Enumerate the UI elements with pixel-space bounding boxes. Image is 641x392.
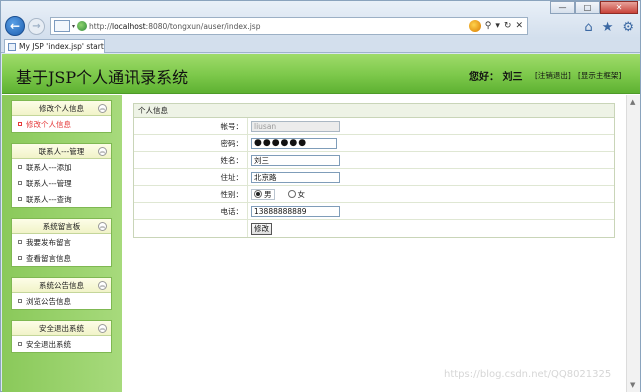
bullet-icon (18, 181, 22, 185)
minimize-button[interactable]: — (550, 1, 575, 14)
phone-label: 电话： (220, 206, 244, 216)
modify-button[interactable]: 修改 (251, 222, 272, 235)
browser-toolbar-icons: ⌂ ★ ⚙ (584, 20, 634, 35)
form-row-account: 帐号： liusan (134, 118, 614, 135)
address-label: 住址： (220, 172, 244, 182)
gender-female-option[interactable]: 女 (285, 189, 309, 200)
collapse-icon[interactable]: ︽ (98, 104, 107, 113)
profile-form: 个人信息 帐号： liusan 密码： ●●●●●● 姓名： 刘三 住址： 北京… (133, 103, 615, 238)
profile-form-area: 个人信息 帐号： liusan 密码： ●●●●●● 姓名： 刘三 住址： 北京… (133, 103, 615, 238)
panel-header[interactable]: 安全退出系统 ︽ (12, 321, 111, 336)
address-dropdown-icon[interactable]: ▾ (72, 23, 75, 30)
bullet-icon (18, 342, 22, 346)
browser-window: ← → ▾ http://localhost:8080/tongxun/ause… (0, 0, 641, 392)
sidebar-panel-profile: 修改个人信息 ︽ 修改个人信息 (11, 100, 112, 133)
maximize-button[interactable]: □ (575, 1, 600, 14)
address-field[interactable]: 北京路 (251, 171, 340, 183)
sidebar-item-safe-logout[interactable]: 安全退出系统 (12, 336, 111, 352)
home-icon[interactable]: ⌂ (584, 20, 592, 35)
collapse-icon[interactable]: ︽ (98, 147, 107, 156)
password-label: 密码： (220, 138, 244, 148)
compatibility-view-icon[interactable] (468, 20, 481, 32)
forward-button[interactable]: → (28, 18, 45, 35)
bullet-icon (18, 165, 22, 169)
panel-header[interactable]: 修改个人信息 ︽ (12, 101, 111, 116)
form-heading: 个人信息 (134, 104, 614, 118)
password-field[interactable]: ●●●●●● (251, 137, 337, 149)
sidebar-item-edit-profile[interactable]: 修改个人信息 (12, 116, 111, 132)
scroll-up-icon[interactable]: ▲ (630, 98, 635, 106)
bullet-icon (18, 197, 22, 201)
collapse-icon[interactable]: ︽ (98, 324, 107, 333)
tab-favicon-icon (8, 42, 16, 51)
search-dropdown-icon[interactable]: ▾ (495, 21, 500, 31)
radio-female[interactable] (287, 190, 296, 198)
sidebar-panel-announcements: 系统公告信息 ︽ 浏览公告信息 (11, 277, 112, 310)
gender-label: 性别： (220, 189, 244, 199)
collapse-icon[interactable]: ︽ (98, 222, 107, 231)
page-icon (77, 21, 88, 31)
bullet-icon (18, 299, 22, 303)
user-greeting: 您好： 刘三 (469, 72, 523, 83)
form-row-name: 姓名： 刘三 (134, 152, 614, 169)
stop-icon[interactable]: ✕ (515, 21, 523, 31)
favorites-star-icon[interactable]: ★ (602, 20, 614, 35)
logout-link[interactable]: [注销退出] (535, 70, 571, 81)
vertical-scrollbar[interactable]: ▲ ▼ (626, 95, 640, 392)
back-arrow-icon: ← (9, 19, 21, 33)
account-label: 帐号： (220, 121, 244, 131)
account-field: liusan (251, 120, 340, 132)
panel-header[interactable]: 系统公告信息 ︽ (12, 278, 111, 293)
tab-title: My JSP 'index.jsp' startl... (19, 42, 105, 51)
sidebar-item-view-messages[interactable]: 查看留言信息 (12, 250, 111, 266)
name-label: 姓名： (220, 155, 244, 165)
sidebar-item-browse-announcements[interactable]: 浏览公告信息 (12, 293, 111, 309)
collapse-icon[interactable]: ︽ (98, 281, 107, 290)
address-bar[interactable]: ▾ http://localhost:8080/tongxun/auser/in… (50, 17, 528, 35)
bullet-icon (18, 240, 22, 244)
settings-gear-icon[interactable]: ⚙ (622, 20, 634, 35)
panel-header[interactable]: 联系人---管理 ︽ (12, 144, 111, 159)
sidebar-item-manage-contacts[interactable]: 联系人---管理 (12, 175, 111, 191)
search-icon[interactable]: ⚲ (485, 21, 492, 31)
page-banner: 基于JSP个人通讯录系统 您好： 刘三 [注销退出] [显示主框架] (2, 54, 640, 94)
name-field[interactable]: 刘三 (251, 154, 340, 166)
sidebar-panel-messages: 系统留言板 ︽ 我要发布留言 查看留言信息 (11, 218, 112, 267)
sidebar-item-search-contacts[interactable]: 联系人---查询 (12, 191, 111, 207)
phone-field[interactable]: 13888888889 (251, 205, 340, 217)
form-row-submit: 修改 (134, 220, 614, 237)
sidebar-panel-contacts: 联系人---管理 ︽ 联系人---添加 联系人---管理 联系人---查询 (11, 143, 112, 208)
bullet-icon (18, 122, 22, 126)
form-row-phone: 电话： 13888888889 (134, 203, 614, 220)
sidebar-item-post-message[interactable]: 我要发布留言 (12, 234, 111, 250)
show-main-frame-link[interactable]: [显示主框架] (578, 70, 621, 81)
gender-male-option[interactable]: 男 (251, 188, 275, 200)
sidebar-item-add-contact[interactable]: 联系人---添加 (12, 159, 111, 175)
bullet-icon (18, 256, 22, 260)
tab-strip: My JSP 'index.jsp' startl... ✕ (1, 38, 640, 53)
browser-tab[interactable]: My JSP 'index.jsp' startl... ✕ (4, 39, 105, 53)
watermark: https://blog.csdn.net/QQ8021325 (444, 369, 612, 380)
page-title: 基于JSP个人通讯录系统 (16, 68, 189, 87)
form-row-address: 住址： 北京路 (134, 169, 614, 186)
back-button[interactable]: ← (5, 16, 25, 36)
refresh-icon[interactable]: ↻ (504, 21, 512, 31)
radio-male[interactable] (254, 190, 262, 198)
page-viewport: 基于JSP个人通讯录系统 您好： 刘三 [注销退出] [显示主框架] 修改个人信… (2, 54, 640, 392)
form-row-password: 密码： ●●●●●● (134, 135, 614, 152)
address-url[interactable]: http://localhost:8080/tongxun/auser/inde… (89, 22, 260, 31)
scroll-down-icon[interactable]: ▼ (630, 381, 635, 389)
close-button[interactable]: ✕ (600, 1, 638, 14)
sidebar-panel-logout: 安全退出系统 ︽ 安全退出系统 (11, 320, 112, 353)
forward-arrow-icon: → (32, 21, 41, 32)
address-tools: ⚲ ▾ ↻ ✕ (468, 20, 523, 32)
form-row-gender: 性别： 男 女 (134, 186, 614, 203)
browser-titlebar: ← → ▾ http://localhost:8080/tongxun/ause… (1, 1, 640, 38)
sidebar: 修改个人信息 ︽ 修改个人信息 联系人---管理 ︽ 联系人---添加 联系人---… (2, 95, 122, 392)
window-controls: — □ ✕ (550, 1, 638, 14)
panel-header[interactable]: 系统留言板 ︽ (12, 219, 111, 234)
site-icon (54, 20, 70, 32)
